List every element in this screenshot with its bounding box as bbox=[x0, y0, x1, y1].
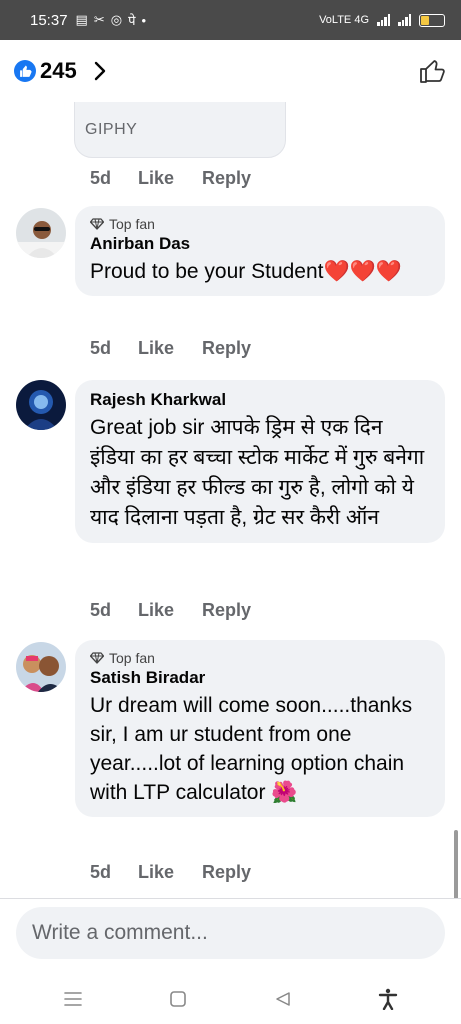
signal-icon-2 bbox=[398, 14, 411, 26]
comment-bubble[interactable]: Rajesh Kharkwal Great job sir आपके ड्रिम… bbox=[75, 380, 445, 543]
status-left: 15:37 ▤ ✂ ◎ पे • bbox=[30, 11, 146, 29]
accessibility-icon[interactable] bbox=[368, 979, 408, 1019]
comment-text: Great job sir आपके ड्रिम से एक दिन इंडिय… bbox=[90, 416, 425, 529]
menu-icon[interactable] bbox=[53, 979, 93, 1019]
comment-actions: 5d Like Reply bbox=[90, 862, 251, 883]
comment-timestamp: 5d bbox=[90, 600, 112, 620]
giphy-attachment[interactable]: GIPHY bbox=[74, 102, 286, 158]
comment-author[interactable]: Anirban Das bbox=[90, 234, 431, 254]
avatar[interactable] bbox=[16, 380, 66, 430]
avatar[interactable] bbox=[16, 642, 66, 692]
clock: 15:37 bbox=[30, 11, 68, 29]
like-button-icon[interactable] bbox=[417, 56, 447, 86]
comment-timestamp: 5d bbox=[90, 338, 112, 358]
giphy-label: GIPHY bbox=[85, 121, 138, 138]
system-nav-bar bbox=[0, 974, 461, 1024]
like-reaction-icon[interactable] bbox=[14, 60, 36, 82]
comment-actions: 5d Like Reply bbox=[90, 600, 251, 621]
signal-icon bbox=[377, 14, 390, 26]
status-right: VoLTE 4G bbox=[319, 13, 445, 27]
notification-icon: ✂ bbox=[93, 12, 105, 27]
whatsapp-icon: ◎ bbox=[110, 12, 123, 27]
comment-input[interactable] bbox=[16, 907, 445, 959]
comment-text: Ur dream will come soon.....thanks sir, … bbox=[90, 694, 413, 804]
comments-list[interactable]: GIPHY 5d Like Reply Top fan Anirban Das … bbox=[0, 102, 461, 898]
comments-sheet: 245 GIPHY 5d Like Reply Top fan Anirban … bbox=[0, 40, 461, 1024]
like-link[interactable]: Like bbox=[138, 338, 202, 359]
reply-link[interactable]: Reply bbox=[202, 168, 251, 189]
comment-text: Proud to be your Student❤️❤️❤️ bbox=[90, 260, 402, 283]
notification-icons: ▤ ✂ ◎ पे • bbox=[76, 11, 147, 29]
top-fan-badge: Top fan bbox=[90, 216, 431, 232]
battery-fill bbox=[421, 15, 430, 25]
reactions-header: 245 bbox=[0, 40, 461, 102]
diamond-icon bbox=[90, 652, 104, 664]
comment-timestamp: 5d bbox=[90, 862, 112, 882]
comment-bubble[interactable]: Top fan Satish Biradar Ur dream will com… bbox=[75, 640, 445, 817]
comment-actions: 5d Like Reply bbox=[90, 168, 251, 189]
home-icon[interactable] bbox=[158, 979, 198, 1019]
dot-icon: • bbox=[141, 12, 147, 28]
comment-author[interactable]: Satish Biradar bbox=[90, 668, 431, 688]
comment-author[interactable]: Rajesh Kharkwal bbox=[90, 390, 431, 410]
comment-bubble[interactable]: Top fan Anirban Das Proud to be your Stu… bbox=[75, 206, 445, 296]
status-bar: 15:37 ▤ ✂ ◎ पे • VoLTE 4G bbox=[0, 0, 461, 40]
reply-link[interactable]: Reply bbox=[202, 862, 251, 883]
top-fan-badge: Top fan bbox=[90, 650, 431, 666]
like-count[interactable]: 245 bbox=[40, 58, 77, 84]
phonepe-icon: पे bbox=[128, 13, 136, 28]
back-icon[interactable] bbox=[263, 979, 303, 1019]
battery-icon bbox=[419, 13, 445, 27]
reply-link[interactable]: Reply bbox=[202, 600, 251, 621]
badge-label: Top fan bbox=[109, 216, 155, 232]
badge-label: Top fan bbox=[109, 650, 155, 666]
scrollbar[interactable] bbox=[454, 830, 458, 898]
reply-link[interactable]: Reply bbox=[202, 338, 251, 359]
comment-actions: 5d Like Reply bbox=[90, 338, 251, 359]
network-label: VoLTE 4G bbox=[319, 14, 369, 26]
like-link[interactable]: Like bbox=[138, 600, 202, 621]
avatar[interactable] bbox=[16, 208, 66, 258]
like-link[interactable]: Like bbox=[138, 862, 202, 883]
comment-timestamp: 5d bbox=[90, 168, 112, 188]
like-link[interactable]: Like bbox=[138, 168, 202, 189]
notification-icon: ▤ bbox=[75, 12, 88, 27]
diamond-icon bbox=[90, 218, 104, 230]
comment-composer bbox=[0, 898, 461, 974]
chevron-right-icon[interactable] bbox=[89, 60, 111, 82]
